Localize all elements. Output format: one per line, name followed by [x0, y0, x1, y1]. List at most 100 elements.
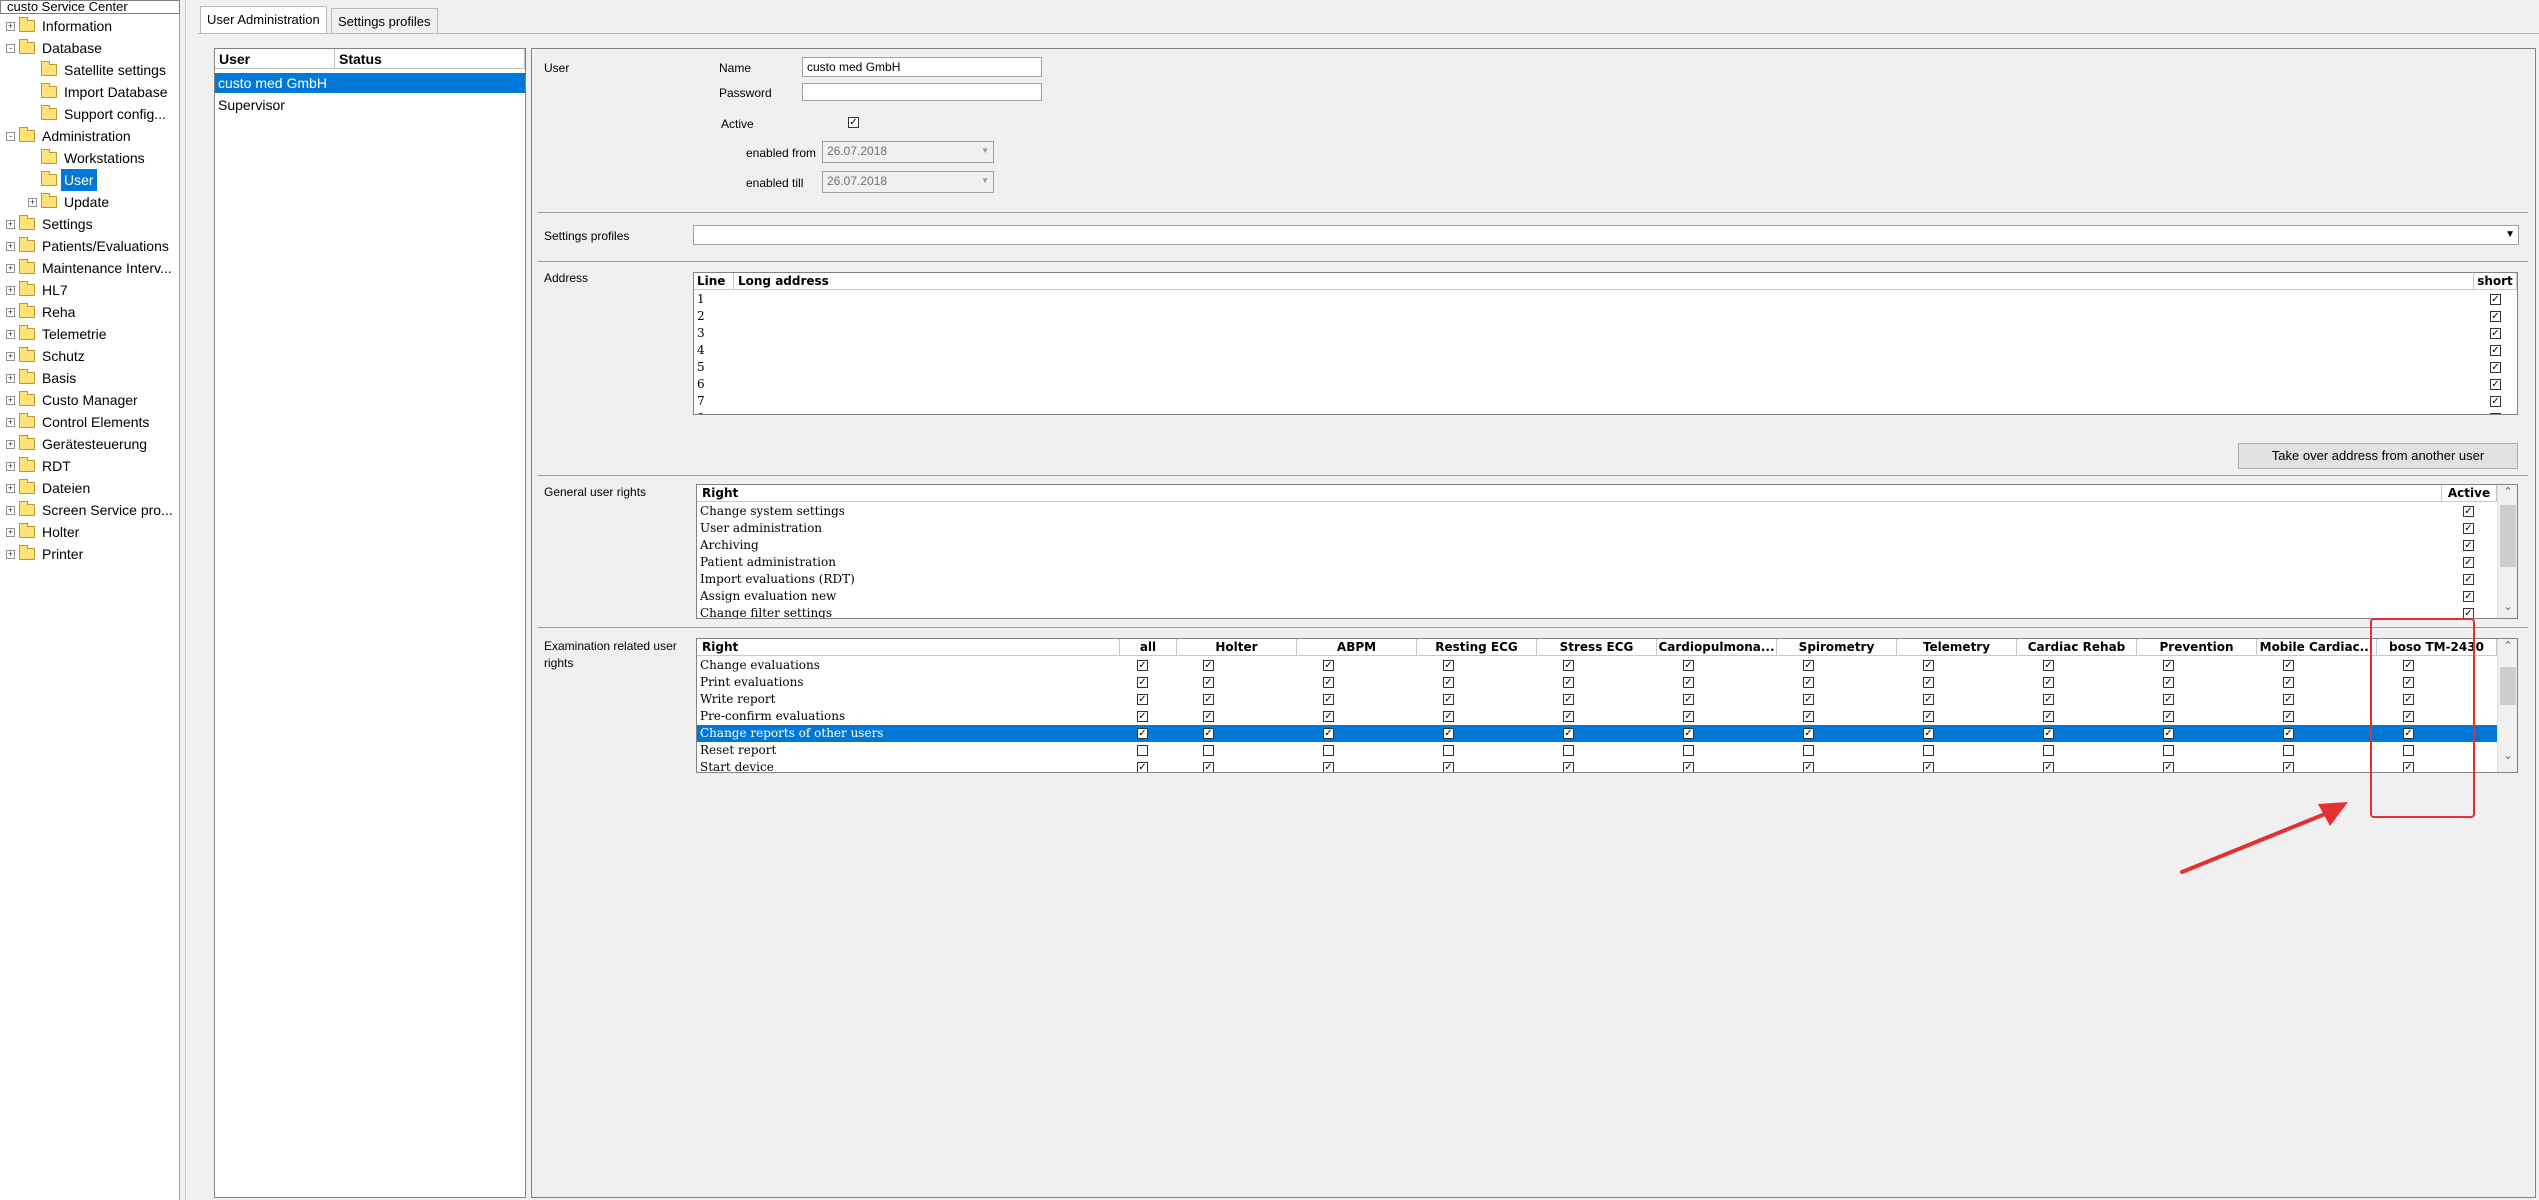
column-header-spirometry[interactable]: Spirometry [1777, 639, 1897, 656]
checkbox[interactable]: ✓ [2163, 660, 2174, 671]
checkbox[interactable]: ✓ [1803, 762, 1814, 772]
checkbox[interactable]: ✓ [1203, 711, 1214, 722]
tree-item-control-elements[interactable]: + Control Elements [6, 411, 152, 433]
checkbox[interactable]: ✓ [2043, 711, 2054, 722]
checkbox[interactable]: ✓ [2490, 396, 2501, 407]
checkbox[interactable] [1923, 745, 1934, 756]
checkbox[interactable]: ✓ [2463, 523, 2474, 534]
expand-icon[interactable]: + [6, 329, 15, 339]
expand-icon[interactable]: + [6, 307, 15, 317]
tree-item-satellite-settings[interactable]: Satellite settings [28, 59, 169, 81]
tree-item-reha[interactable]: + Reha [6, 301, 78, 323]
checkbox[interactable]: ✓ [1803, 677, 1814, 688]
checkbox[interactable]: ✓ [2163, 762, 2174, 772]
column-header-user[interactable]: User [215, 49, 335, 69]
checkbox[interactable] [1203, 745, 1214, 756]
column-header-prevention[interactable]: Prevention [2137, 639, 2257, 656]
checkbox[interactable]: ✓ [1923, 728, 1934, 739]
column-header-abpm[interactable]: ABPM [1297, 639, 1417, 656]
checkbox[interactable]: ✓ [1203, 660, 1214, 671]
exam-right-row[interactable]: Change reports of other users [697, 725, 2497, 742]
checkbox[interactable]: ✓ [1923, 711, 1934, 722]
user-row-custo-med[interactable]: custo med GmbH [215, 73, 525, 93]
checkbox[interactable] [1443, 745, 1454, 756]
column-header-active[interactable]: Active [2442, 485, 2497, 502]
address-row[interactable]: 3 [694, 325, 2474, 342]
tree-item-support-config[interactable]: Support config... [28, 103, 169, 125]
checkbox[interactable]: ✓ [1443, 694, 1454, 705]
checkbox[interactable]: ✓ [1443, 677, 1454, 688]
checkbox[interactable]: ✓ [1563, 711, 1574, 722]
tree-item-import-database[interactable]: Import Database [28, 81, 171, 103]
scroll-up-icon[interactable]: ⌃ [2498, 639, 2517, 652]
tree-item-rdt[interactable]: + RDT [6, 455, 74, 477]
checkbox[interactable]: ✓ [1323, 677, 1334, 688]
checkbox[interactable]: ✓ [1323, 694, 1334, 705]
column-header-stress-ecg[interactable]: Stress ECG [1537, 639, 1657, 656]
tree-item-administration[interactable]: - Administration [6, 125, 134, 147]
expand-icon[interactable]: + [28, 197, 37, 207]
expand-icon[interactable]: + [6, 527, 15, 537]
address-row[interactable]: 7 [694, 393, 2474, 410]
collapse-icon[interactable]: - [6, 43, 15, 53]
settings-profiles-select[interactable]: ▼ [693, 225, 2519, 245]
column-header-cardiopulmona[interactable]: Cardiopulmona... [1657, 639, 1777, 656]
checkbox[interactable]: ✓ [1803, 694, 1814, 705]
expand-icon[interactable]: + [6, 417, 15, 427]
checkbox[interactable]: ✓ [2490, 345, 2501, 356]
checkbox[interactable]: ✓ [1323, 660, 1334, 671]
address-row[interactable]: 6 [694, 376, 2474, 393]
checkbox[interactable]: ✓ [2463, 506, 2474, 517]
expand-icon[interactable]: + [6, 21, 15, 31]
exam-right-row[interactable]: Reset report [697, 742, 2497, 759]
tree-item-maintenance-interv[interactable]: + Maintenance Interv... [6, 257, 175, 279]
scroll-down-icon[interactable]: ⌄ [2498, 600, 2517, 613]
checkbox[interactable]: ✓ [1563, 728, 1574, 739]
expand-icon[interactable]: + [6, 461, 15, 471]
tree-item-schutz[interactable]: + Schutz [6, 345, 88, 367]
checkbox[interactable] [2283, 745, 2294, 756]
checkbox[interactable]: ✓ [1683, 677, 1694, 688]
checkbox[interactable] [1323, 745, 1334, 756]
password-field[interactable] [802, 83, 1042, 101]
expand-icon[interactable]: + [6, 351, 15, 361]
checkbox[interactable]: ✓ [1683, 728, 1694, 739]
expand-icon[interactable]: + [6, 549, 15, 559]
checkbox[interactable]: ✓ [2043, 677, 2054, 688]
tree-item-screen-service-pro[interactable]: + Screen Service pro... [6, 499, 176, 521]
column-header-holter[interactable]: Holter [1177, 639, 1297, 656]
checkbox[interactable]: ✓ [1923, 694, 1934, 705]
general-right-row[interactable]: Patient administration [697, 554, 2442, 571]
checkbox[interactable]: ✓ [1203, 728, 1214, 739]
exam-right-row[interactable]: Change evaluations [697, 657, 2497, 674]
name-field[interactable]: custo med GmbH [802, 57, 1042, 77]
checkbox[interactable] [1137, 745, 1148, 756]
checkbox[interactable]: ✓ [1683, 711, 1694, 722]
checkbox[interactable]: ✓ [1137, 711, 1148, 722]
address-row[interactable]: 5 [694, 359, 2474, 376]
checkbox[interactable]: ✓ [2490, 311, 2501, 322]
tree-item-settings[interactable]: + Settings [6, 213, 96, 235]
checkbox[interactable]: ✓ [1137, 728, 1148, 739]
collapse-icon[interactable]: - [6, 131, 15, 141]
tree-item-information[interactable]: + Information [6, 15, 115, 37]
tree-item-update[interactable]: + Update [28, 191, 112, 213]
checkbox[interactable]: ✓ [2043, 728, 2054, 739]
checkbox[interactable]: ✓ [2463, 591, 2474, 602]
checkbox[interactable]: ✓ [1563, 762, 1574, 772]
checkbox[interactable]: ✓ [1443, 728, 1454, 739]
expand-icon[interactable]: + [6, 395, 15, 405]
tree-item-patients-evaluations[interactable]: + Patients/Evaluations [6, 235, 172, 257]
checkbox[interactable] [1803, 745, 1814, 756]
checkbox[interactable]: ✓ [2490, 413, 2501, 414]
checkbox[interactable]: ✓ [2043, 694, 2054, 705]
enabled-from-field[interactable]: 26.07.2018 ▼ [822, 141, 994, 163]
checkbox[interactable]: ✓ [1803, 728, 1814, 739]
column-header-resting-ecg[interactable]: Resting ECG [1417, 639, 1537, 656]
column-header-long-address[interactable]: Long address [734, 273, 2474, 290]
checkbox[interactable]: ✓ [1443, 660, 1454, 671]
tree-item-database[interactable]: - Database [6, 37, 105, 59]
address-row[interactable]: 4 [694, 342, 2474, 359]
checkbox[interactable] [1563, 745, 1574, 756]
scroll-down-icon[interactable]: ⌄ [2498, 749, 2517, 762]
